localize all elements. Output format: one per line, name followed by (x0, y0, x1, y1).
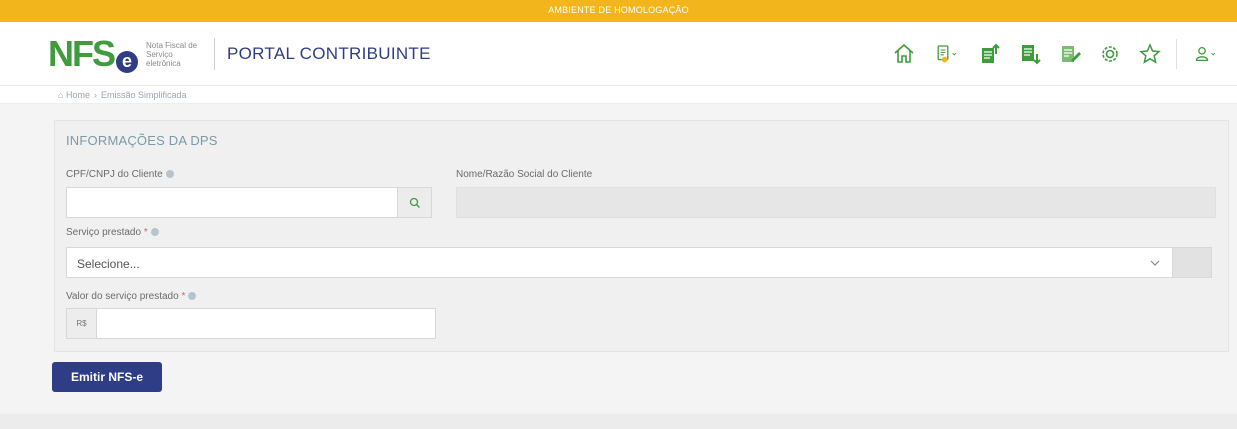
download-document-icon[interactable] (1016, 40, 1044, 68)
logo-subtitle-line2: Serviço eletrônica (146, 49, 181, 68)
logo-subtitle: Nota Fiscal de Serviço eletrônica (146, 41, 206, 68)
breadcrumb-home-icon: ⌂ (58, 90, 64, 100)
header-toolbar (878, 38, 1223, 70)
search-button[interactable] (397, 187, 432, 218)
service-select[interactable]: Selecione... (66, 247, 1212, 278)
footer-band (0, 414, 1237, 429)
logo-text-nfs: NFS (48, 32, 116, 74)
value-label-text: Valor do serviço prestado (66, 291, 179, 302)
dps-info-card: INFORMAÇÕES DA DPS CPF/CNPJ do Cliente N… (54, 120, 1229, 352)
breadcrumb-current: Emissão Simplificada (100, 90, 187, 100)
value-input[interactable]: R$ (66, 308, 436, 339)
logo-subtitle-line1: Nota Fiscal de (146, 40, 198, 50)
required-mark: * (143, 227, 148, 238)
section-title: INFORMAÇÕES DA DPS (66, 133, 218, 148)
logo-mark: NFS e (48, 32, 138, 74)
emit-nfse-button[interactable]: Emitir NFS-e (52, 362, 162, 392)
service-selected: Selecione... (77, 257, 140, 271)
currency-prefix: R$ (67, 309, 97, 338)
value-label: Valor do serviço prestado * (66, 291, 197, 302)
service-label: Serviço prestado * (66, 227, 159, 238)
logo-text-e: e (116, 50, 138, 73)
edit-document-icon[interactable] (1056, 40, 1084, 68)
cpf-label-text: CPF/CNPJ do Cliente (66, 169, 163, 180)
search-icon (409, 197, 420, 208)
toolbar-divider (1176, 39, 1177, 69)
help-icon[interactable] (165, 170, 174, 178)
gear-icon[interactable] (1096, 40, 1124, 68)
required-mark: * (181, 291, 186, 302)
logo-divider (214, 38, 215, 70)
help-icon[interactable] (188, 292, 197, 300)
portal-title: PORTAL CONTRIBUINTE (227, 44, 431, 63)
select-addon (1172, 247, 1212, 278)
environment-banner: AMBIENTE DE HOMOLOGAÇÃO (0, 0, 1237, 22)
cpf-input[interactable] (66, 187, 432, 218)
name-field (456, 187, 1216, 218)
nfse-logo[interactable]: NFS e Nota Fiscal de Serviço eletrônica P… (48, 32, 431, 76)
chevron-down-icon (1150, 260, 1160, 266)
header: NFS e Nota Fiscal de Serviço eletrônica P… (0, 22, 1237, 86)
name-label: Nome/Razão Social do Cliente (456, 169, 593, 180)
cpf-label: CPF/CNPJ do Cliente (66, 169, 174, 180)
help-icon[interactable] (150, 228, 159, 236)
invoice-download-icon[interactable] (930, 40, 964, 68)
breadcrumb-home[interactable]: Home (66, 90, 90, 100)
upload-document-icon[interactable] (976, 40, 1004, 68)
breadcrumb-separator: › (93, 90, 97, 100)
user-icon[interactable] (1189, 40, 1223, 68)
breadcrumb: ⌂ Home › Emissão Simplificada (0, 86, 1237, 104)
home-icon[interactable] (890, 40, 918, 68)
service-label-text: Serviço prestado (66, 227, 142, 238)
star-icon[interactable] (1136, 40, 1164, 68)
environment-label: AMBIENTE DE HOMOLOGAÇÃO (548, 5, 689, 15)
